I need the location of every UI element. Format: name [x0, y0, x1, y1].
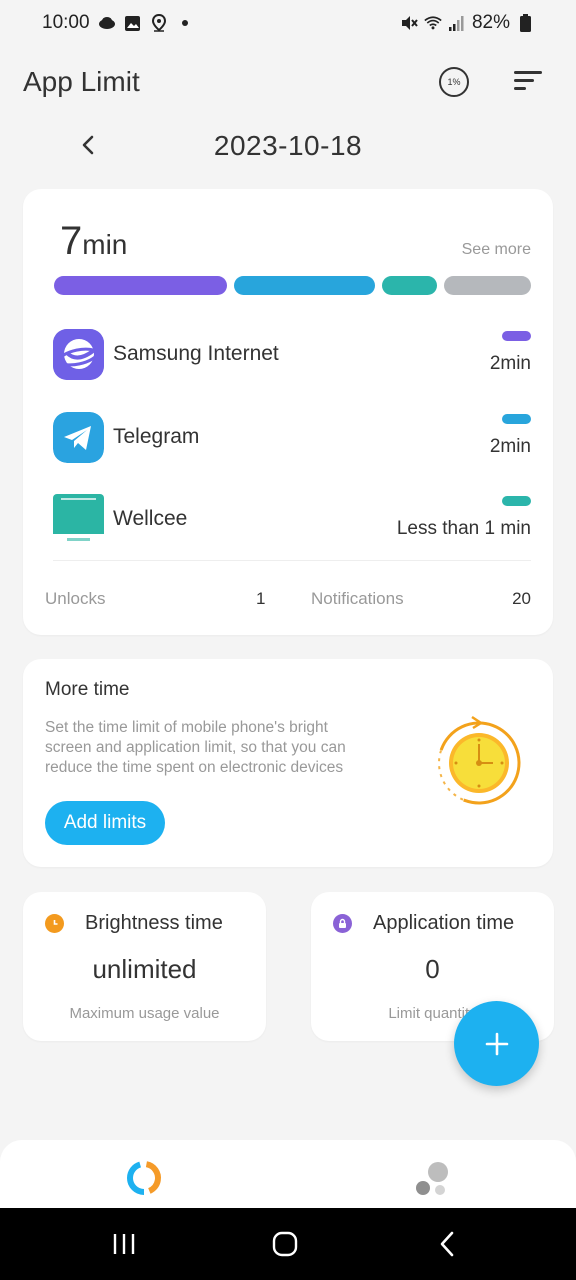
unlocks-label: Unlocks [45, 589, 106, 608]
total-usage-unit: min [82, 229, 128, 260]
notifications-value: 20 [512, 589, 531, 608]
app-color-pill [502, 496, 531, 506]
app-row-samsung-internet[interactable]: Samsung Internet 2min [53, 327, 531, 381]
brightness-time-title: Brightness time [85, 912, 223, 934]
location-icon [150, 14, 168, 32]
wellcee-icon [53, 493, 104, 545]
usage-bar-segment [444, 276, 531, 295]
back-icon[interactable] [432, 1228, 464, 1260]
lock-icon [333, 914, 352, 933]
divider [53, 560, 531, 561]
see-more-link[interactable]: See more [462, 241, 531, 259]
application-time-value: 0 [425, 954, 440, 984]
notifications-label: Notifications [311, 589, 404, 608]
total-usage-value: 7 [60, 219, 83, 263]
dot-icon [176, 14, 194, 32]
usage-bar-segment [382, 276, 437, 295]
signal-icon [448, 14, 466, 32]
clock-illustration-icon [429, 715, 525, 811]
application-time-title: Application time [373, 912, 515, 934]
recent-apps-icon[interactable] [108, 1228, 140, 1260]
battery-icon [516, 14, 534, 32]
current-date: 2023-10-18 [213, 130, 363, 161]
cloud-icon [98, 14, 116, 32]
brightness-time-sub: Maximum usage value [69, 1005, 220, 1022]
usage-bar-segment [54, 276, 227, 295]
samsung-internet-icon [53, 328, 104, 380]
app-header: App Limit 1% [0, 54, 576, 110]
total-usage: 7min [60, 219, 127, 264]
status-bar: 10:00 82% [0, 0, 576, 46]
brightness-time-value: unlimited [92, 954, 197, 984]
usage-card: 7min See more Samsung Internet 2min Tele… [23, 189, 553, 635]
app-time: Less than 1 min [396, 518, 531, 539]
date-row: 2023-10-18 [0, 120, 576, 172]
wifi-icon [424, 14, 442, 32]
app-name: Samsung Internet [113, 342, 279, 365]
status-time: 10:00 [42, 12, 90, 33]
add-limits-button[interactable]: Add limits [45, 801, 165, 845]
app-time: 2min [489, 436, 531, 457]
usage-percent-label: 1% [447, 77, 461, 87]
clock-icon [45, 914, 64, 933]
telegram-icon [53, 411, 104, 463]
brightness-time-card[interactable]: Brightness time unlimited Maximum usage … [23, 892, 266, 1041]
unlocks-value: 1 [256, 589, 266, 608]
app-time: 2min [489, 353, 531, 374]
app-color-pill [502, 414, 531, 424]
app-row-telegram[interactable]: Telegram 2min [53, 410, 531, 464]
stats-tab-icon[interactable] [124, 1158, 164, 1198]
stats-row: Unlocks 1 Notifications 20 [45, 589, 531, 611]
app-color-pill [502, 331, 531, 341]
battery-percent: 82% [471, 12, 510, 33]
more-time-title: More time [45, 679, 130, 700]
system-nav-bar [0, 1208, 576, 1280]
app-name: Wellcee [113, 507, 188, 530]
usage-bar [54, 276, 531, 295]
add-fab-button[interactable] [454, 1001, 539, 1086]
usage-bar-segment [234, 276, 375, 295]
home-icon[interactable] [269, 1228, 301, 1260]
mute-icon [400, 14, 418, 32]
sort-icon[interactable] [513, 69, 543, 96]
usage-percent-icon[interactable]: 1% [439, 67, 469, 97]
previous-date-icon[interactable] [76, 132, 102, 158]
app-row-wellcee[interactable]: Wellcee Less than 1 min [53, 492, 531, 546]
app-name: Telegram [113, 425, 200, 448]
more-time-description: Set the time limit of mobile phone's bri… [45, 719, 346, 776]
bottom-nav [0, 1140, 576, 1208]
page-title: App Limit [23, 66, 140, 97]
apps-tab-icon[interactable] [414, 1160, 454, 1196]
gallery-icon [124, 14, 142, 32]
plus-icon [485, 1032, 508, 1055]
more-time-card: More time Set the time limit of mobile p… [23, 659, 553, 867]
